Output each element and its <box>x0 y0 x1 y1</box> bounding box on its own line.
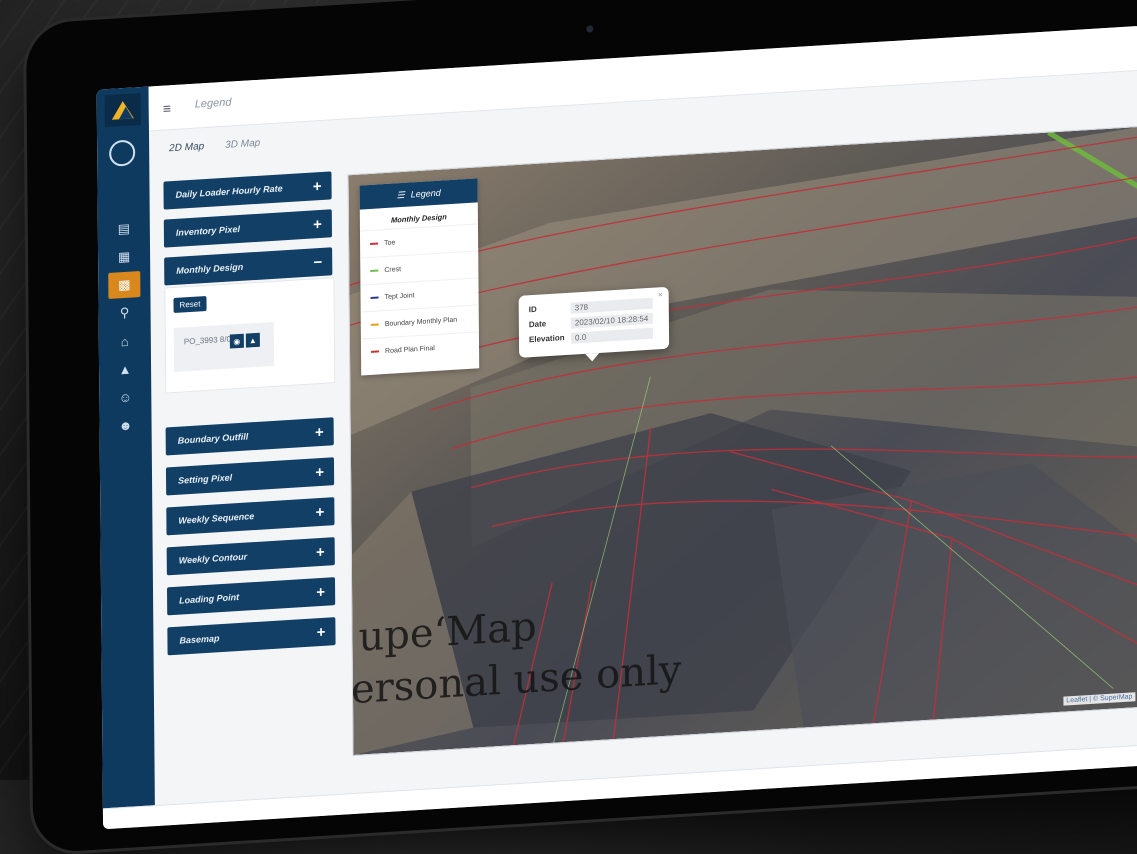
feature-popup: × ID 378 Date 2023/02/10 18:28:54 Elevat… <box>518 286 670 358</box>
legend-item-label: Boundary Monthly Plan <box>384 316 458 328</box>
popup-value: 2023/02/10 18:28:54 <box>570 312 653 329</box>
section-label: Setting Pixel <box>178 472 233 486</box>
user-add-icon[interactable]: ☺ <box>109 383 141 411</box>
status-bar <box>102 744 1137 830</box>
section-boundary-outfill[interactable]: Boundary Outfill + <box>165 417 334 456</box>
section-label: Boundary Outfill <box>177 431 249 446</box>
search-icon[interactable]: ⚲ <box>108 299 140 327</box>
tab-3d-map[interactable]: 3D Map <box>225 138 260 151</box>
expand-icon[interactable]: + <box>316 544 325 562</box>
legend-swatch <box>370 269 379 272</box>
section-setting-pixel[interactable]: Setting Pixel + <box>165 457 335 496</box>
legend-item-label: Tept Joint <box>384 291 415 301</box>
map-icon[interactable]: ▩ <box>108 271 141 299</box>
section-label: Monthly Design <box>176 261 244 276</box>
expand-icon[interactable]: + <box>315 464 324 482</box>
expand-icon[interactable]: + <box>317 624 326 642</box>
popup-key: ID <box>528 304 537 315</box>
section-daily-loader-hourly-rate[interactable]: Daily Loader Hourly Rate + <box>163 171 332 210</box>
page-title: Legend <box>194 96 232 111</box>
section-label: Weekly Contour <box>178 551 248 566</box>
section-label: Inventory Pixel <box>175 223 240 238</box>
sidebar: ▤ ▦ ▩ ⚲ ⌂ ▲ ☺ ☻ <box>96 86 156 830</box>
section-label: Daily Loader Hourly Rate <box>175 183 283 200</box>
camera-dot <box>586 25 594 33</box>
design-item[interactable]: PO_3993 8/00 ◉ ▲ <box>173 321 275 372</box>
building-icon[interactable]: ⌂ <box>109 327 141 355</box>
locate-icon[interactable]: ▲ <box>245 332 260 348</box>
expand-icon[interactable]: + <box>316 584 325 602</box>
expand-icon[interactable]: + <box>313 216 322 234</box>
legend-swatch <box>370 323 379 326</box>
legend-icon: ☰ <box>396 189 405 200</box>
expand-icon[interactable]: + <box>315 424 324 442</box>
section-label: Loading Point <box>179 591 240 606</box>
chart-icon[interactable]: ▲ <box>109 355 141 383</box>
section-loading-point[interactable]: Loading Point + <box>166 577 336 616</box>
section-inventory-pixel[interactable]: Inventory Pixel + <box>163 209 333 248</box>
app-screen: ▤ ▦ ▩ ⚲ ⌂ ▲ ☺ ☻ ≡ Legend 2D Map 3D Map D… <box>96 25 1137 830</box>
tab-2d-map[interactable]: 2D Map <box>169 141 204 154</box>
legend-item-label: Crest <box>384 265 402 274</box>
popup-key: Date <box>528 319 547 330</box>
layer-panel: Daily Loader Hourly Rate + Inventory Pix… <box>163 171 338 701</box>
legend-title: Legend <box>410 187 441 200</box>
legend-item: Road Plan Final <box>360 331 480 366</box>
calendar-icon[interactable]: ▦ <box>108 243 140 271</box>
section-label: Basemap <box>179 633 220 646</box>
legend-item-label: Toe <box>384 238 396 247</box>
document-icon[interactable]: ▤ <box>108 215 140 243</box>
reset-button[interactable]: Reset <box>173 295 207 313</box>
expand-icon[interactable]: + <box>316 504 325 522</box>
group-icon[interactable]: ☻ <box>109 411 141 439</box>
expand-icon[interactable]: + <box>313 178 322 196</box>
legend-panel: ☰ Legend Monthly Design Toe Crest Tept J… <box>359 178 480 376</box>
monthly-design-body: Reset PO_3993 8/00 ◉ ▲ <box>164 277 336 394</box>
design-item-label: PO_3993 8/00 <box>183 334 236 347</box>
section-label: Weekly Sequence <box>178 511 255 526</box>
laptop-frame: ▤ ▦ ▩ ⚲ ⌂ ▲ ☺ ☻ ≡ Legend 2D Map 3D Map D… <box>26 0 1137 854</box>
section-weekly-sequence[interactable]: Weekly Sequence + <box>166 497 335 536</box>
popup-value: 0.0 <box>570 327 654 344</box>
popup-key: Elevation <box>528 333 565 345</box>
legend-item-label: Road Plan Final <box>385 344 435 355</box>
legend-swatch <box>370 242 379 245</box>
collapse-icon[interactable]: − <box>313 254 322 272</box>
legend-swatch <box>370 296 379 299</box>
section-basemap[interactable]: Basemap + <box>167 617 336 656</box>
popup-value: 378 <box>570 297 653 314</box>
toggle-visibility-icon[interactable]: ◉ <box>229 333 244 349</box>
menu-icon[interactable]: ≡ <box>163 100 171 116</box>
popup-row: Elevation 0.0 <box>528 327 654 347</box>
legend-swatch <box>371 350 380 353</box>
close-icon[interactable]: × <box>658 290 663 299</box>
section-weekly-contour[interactable]: Weekly Contour + <box>166 537 335 576</box>
user-icon[interactable] <box>109 139 136 167</box>
app-logo[interactable] <box>104 92 141 128</box>
